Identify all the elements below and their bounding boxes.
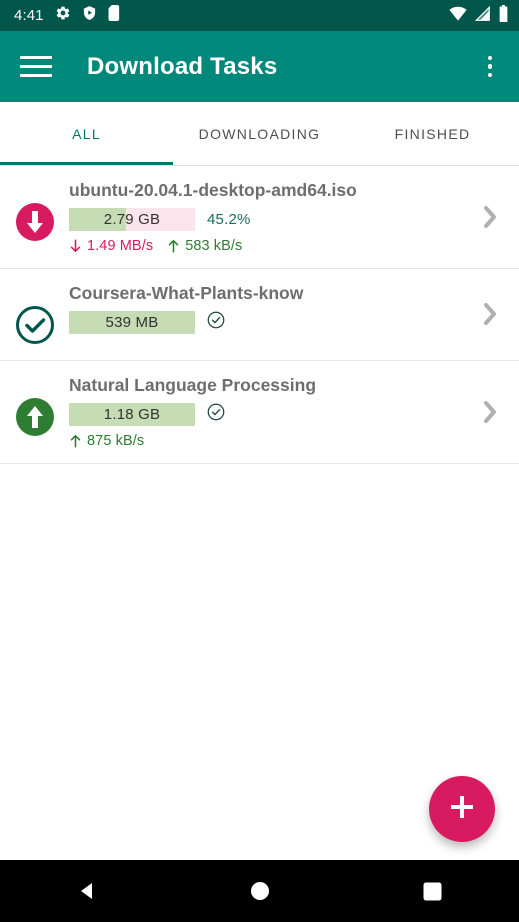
hamburger-line bbox=[20, 56, 52, 59]
task-speeds: 1.49 MB/s 583 kB/s bbox=[69, 238, 475, 254]
task-progress-row: 539 MB bbox=[69, 310, 475, 334]
task-details: Coursera-What-Plants-know 539 MB bbox=[69, 283, 475, 334]
chevron-right-icon[interactable] bbox=[475, 198, 505, 236]
shield-play-icon bbox=[82, 5, 97, 26]
overflow-menu-icon[interactable] bbox=[475, 47, 505, 87]
gear-icon bbox=[55, 5, 71, 26]
progress-bar: 539 MB bbox=[69, 310, 195, 334]
check-circle-outline-icon bbox=[14, 304, 56, 346]
tab-label: DOWNLOADING bbox=[198, 125, 321, 142]
progress-bar: 2.79 GB bbox=[69, 207, 195, 231]
download-circle-icon bbox=[14, 201, 56, 243]
back-triangle-icon[interactable] bbox=[57, 867, 117, 915]
wifi-icon bbox=[449, 6, 467, 26]
task-size: 539 MB bbox=[105, 313, 159, 331]
arrow-up-icon bbox=[168, 239, 179, 253]
android-navigation-bar bbox=[0, 860, 519, 922]
table-row[interactable]: Coursera-What-Plants-know 539 MB bbox=[0, 269, 519, 361]
tab-downloading[interactable]: DOWNLOADING bbox=[173, 102, 346, 165]
task-list: ubuntu-20.04.1-desktop-amd64.iso 2.79 GB… bbox=[0, 166, 519, 860]
app-bar: Download Tasks bbox=[0, 31, 519, 102]
overflow-dot bbox=[487, 72, 493, 78]
upload-speed-value: 583 kB/s bbox=[185, 237, 243, 254]
tab-finished[interactable]: FINISHED bbox=[346, 102, 519, 165]
progress-bar: 1.18 GB bbox=[69, 402, 195, 426]
task-title: ubuntu-20.04.1-desktop-amd64.iso bbox=[69, 180, 357, 200]
battery-icon bbox=[498, 4, 509, 27]
add-task-button[interactable] bbox=[429, 776, 495, 842]
overflow-dot bbox=[487, 64, 493, 69]
cellular-signal-icon bbox=[474, 5, 491, 26]
hamburger-menu-icon[interactable] bbox=[18, 49, 54, 85]
task-details: Natural Language Processing 1.18 GB 875 … bbox=[69, 375, 475, 449]
hamburger-line bbox=[20, 65, 52, 68]
status-bar-right bbox=[449, 4, 509, 27]
completed-badge-icon bbox=[207, 403, 225, 426]
sd-card-icon bbox=[108, 5, 121, 26]
overflow-dot bbox=[487, 55, 493, 61]
task-speeds: 875 kB/s bbox=[69, 433, 475, 449]
upload-circle-icon bbox=[14, 396, 56, 438]
task-details: ubuntu-20.04.1-desktop-amd64.iso 2.79 GB… bbox=[69, 180, 475, 254]
upload-speed: 875 kB/s bbox=[69, 433, 144, 449]
download-speed: 1.49 MB/s bbox=[69, 238, 153, 254]
tab-label: FINISHED bbox=[394, 125, 471, 142]
arrow-down-icon bbox=[70, 239, 81, 252]
status-bar: 4:41 bbox=[0, 0, 519, 31]
phone-screen: 4:41 Download Tasks ALL DOWNLOADING FINI… bbox=[0, 0, 519, 922]
download-speed-value: 1.49 MB/s bbox=[87, 237, 154, 254]
tab-label: ALL bbox=[72, 125, 101, 142]
hamburger-line bbox=[20, 74, 52, 77]
home-circle-icon[interactable] bbox=[230, 867, 290, 915]
upload-speed-value: 875 kB/s bbox=[87, 432, 145, 449]
status-bar-left: 4:41 bbox=[14, 5, 121, 26]
tab-bar: ALL DOWNLOADING FINISHED bbox=[0, 102, 519, 166]
status-bar-clock: 4:41 bbox=[14, 7, 44, 24]
upload-speed: 583 kB/s bbox=[167, 238, 242, 254]
task-title: Natural Language Processing bbox=[69, 374, 317, 395]
task-progress-row: 1.18 GB bbox=[69, 402, 475, 426]
table-row[interactable]: Natural Language Processing 1.18 GB 875 … bbox=[0, 361, 519, 464]
task-progress-row: 2.79 GB 45.2% bbox=[69, 207, 475, 231]
chevron-right-icon[interactable] bbox=[475, 295, 505, 333]
recents-square-icon[interactable] bbox=[403, 867, 463, 915]
page-title: Download Tasks bbox=[87, 52, 278, 80]
tab-all[interactable]: ALL bbox=[0, 102, 173, 165]
task-title: Coursera-What-Plants-know bbox=[69, 282, 304, 303]
chevron-right-icon[interactable] bbox=[475, 393, 505, 431]
task-size: 1.18 GB bbox=[103, 405, 161, 423]
plus-icon bbox=[447, 793, 477, 826]
progress-percent: 45.2% bbox=[207, 210, 251, 228]
table-row[interactable]: ubuntu-20.04.1-desktop-amd64.iso 2.79 GB… bbox=[0, 166, 519, 269]
task-size: 2.79 GB bbox=[103, 210, 161, 228]
completed-badge-icon bbox=[207, 311, 225, 334]
arrow-up-icon bbox=[70, 434, 81, 448]
